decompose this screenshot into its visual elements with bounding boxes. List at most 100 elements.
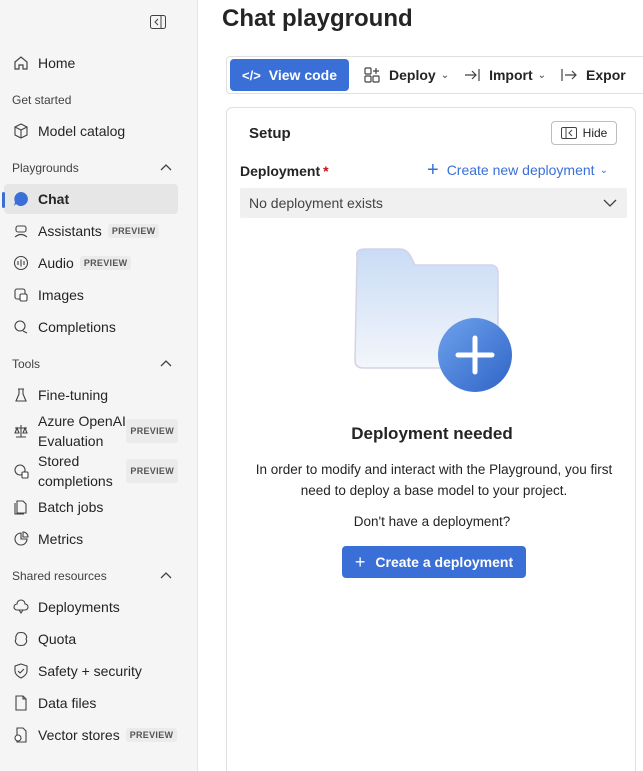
sidebar-item-label: Completions	[38, 319, 116, 335]
section-tools[interactable]: Tools	[12, 355, 172, 373]
preview-badge: PREVIEW	[79, 256, 132, 270]
label-line-2: Evaluation	[38, 433, 104, 449]
view-code-button[interactable]: </> View code	[230, 59, 350, 91]
completions-icon	[12, 318, 30, 336]
no-deployment-prompt: Don't have a deployment?	[353, 514, 511, 529]
assistant-icon	[12, 222, 30, 240]
chevron-down-icon: ⌄	[537, 69, 547, 81]
select-value: No deployment exists	[249, 195, 383, 211]
quota-icon	[12, 630, 30, 648]
document-icon	[12, 694, 30, 712]
required-mark: *	[323, 163, 329, 179]
create-new-deployment-link[interactable]: + Create new deployment ⌄	[427, 160, 608, 180]
hide-panel-icon	[560, 127, 577, 139]
setup-title: Setup	[249, 125, 291, 142]
export-button[interactable]: Expor	[560, 66, 626, 84]
batch-icon	[12, 498, 30, 516]
section-label: Get started	[12, 93, 72, 107]
scale-icon	[12, 422, 30, 440]
sidebar-item-vector-stores[interactable]: Vector stores PREVIEW	[4, 720, 178, 750]
sidebar-item-label: Azure OpenAI Evaluation	[38, 411, 126, 451]
deployment-label: Deployment *	[240, 163, 329, 179]
sidebar-item-label: Model catalog	[38, 123, 126, 139]
home-icon	[12, 54, 30, 72]
sidebar: Home Get started Model catalog Playgroun…	[0, 0, 198, 771]
folder-plus-illustration	[345, 245, 525, 395]
cube-icon	[12, 122, 30, 140]
sidebar-item-completions[interactable]: Completions	[4, 312, 178, 342]
link-label: Create new deployment	[446, 162, 595, 178]
sidebar-item-quota[interactable]: Quota	[4, 624, 178, 654]
sidebar-item-metrics[interactable]: Metrics	[4, 524, 178, 554]
chevron-down-icon: ⌄	[440, 69, 450, 81]
sidebar-item-aoai-evaluation[interactable]: Azure OpenAI Evaluation PREVIEW	[4, 411, 178, 451]
sidebar-item-label: Assistants	[38, 223, 102, 239]
chevron-up-icon[interactable]	[160, 358, 172, 370]
sidebar-item-label: Deployments	[38, 599, 120, 615]
sidebar-item-deployments[interactable]: Deployments	[4, 592, 178, 622]
hide-button[interactable]: Hide	[551, 121, 617, 145]
sidebar-item-batch-jobs[interactable]: Batch jobs	[4, 492, 178, 522]
deployment-needed-description: In order to modify and interact with the…	[255, 462, 613, 498]
plus-icon: +	[354, 551, 366, 572]
deploy-icon	[363, 66, 381, 84]
deployment-select[interactable]: No deployment exists	[240, 188, 627, 218]
chevron-down-icon: ⌄	[599, 164, 608, 176]
sidebar-item-label: Home	[38, 55, 76, 71]
sidebar-item-label: Stored completions	[38, 451, 113, 491]
sidebar-item-safety-security[interactable]: Safety + security	[4, 656, 178, 686]
button-label: Import	[489, 67, 533, 83]
sidebar-item-assistants[interactable]: Assistants PREVIEW	[4, 216, 178, 246]
preview-badge: PREVIEW	[126, 419, 178, 443]
section-get-started: Get started	[12, 91, 172, 109]
chevron-up-icon[interactable]	[160, 162, 172, 174]
section-label: Playgrounds	[12, 161, 79, 175]
sidebar-item-label: Metrics	[38, 531, 84, 547]
sidebar-item-data-files[interactable]: Data files	[4, 688, 178, 718]
code-icon: </>	[242, 67, 261, 83]
create-deployment-button[interactable]: + Create a deployment	[342, 546, 526, 578]
sidebar-item-fine-tuning[interactable]: Fine-tuning	[4, 380, 178, 410]
page-title: Chat playground	[222, 5, 413, 32]
chat-icon	[12, 190, 30, 208]
button-label: Deploy	[389, 67, 436, 83]
sidebar-item-chat[interactable]: Chat	[2, 184, 178, 214]
shield-icon	[12, 662, 30, 680]
export-icon	[560, 66, 578, 84]
button-label: Create a deployment	[375, 554, 514, 570]
sidebar-item-home[interactable]: Home	[4, 48, 178, 78]
sidebar-item-model-catalog[interactable]: Model catalog	[4, 116, 178, 146]
sidebar-item-label: Data files	[38, 695, 97, 711]
sidebar-item-stored-completions[interactable]: Stored completions PREVIEW	[4, 451, 178, 491]
cloud-icon	[12, 598, 30, 616]
audio-icon	[12, 254, 30, 272]
button-label: Expor	[586, 67, 626, 83]
label-text: Deployment	[240, 163, 321, 179]
sidebar-item-label: Images	[38, 287, 84, 303]
deployment-needed-title: Deployment needed	[351, 424, 513, 443]
sidebar-item-label: Quota	[38, 631, 77, 647]
sidebar-item-label: Fine-tuning	[38, 387, 109, 403]
button-label: View code	[268, 67, 338, 83]
deploy-button[interactable]: Deploy ⌄	[363, 66, 449, 84]
label-line-1: Azure OpenAI	[38, 413, 126, 429]
chevron-down-icon	[603, 196, 617, 210]
sidebar-item-label: Audio	[38, 255, 74, 271]
collapse-sidebar-icon[interactable]	[150, 15, 166, 29]
sidebar-item-label: Chat	[38, 191, 70, 207]
section-playgrounds[interactable]: Playgrounds	[12, 159, 172, 177]
flask-icon	[12, 386, 30, 404]
preview-badge: PREVIEW	[126, 459, 178, 483]
button-label: Hide	[582, 126, 608, 140]
metrics-icon	[12, 530, 30, 548]
sidebar-item-images[interactable]: Images	[4, 280, 178, 310]
main-content: Chat playground </> View code Deploy ⌄ I…	[198, 0, 643, 771]
sidebar-item-label: Safety + security	[38, 663, 142, 679]
sidebar-item-audio[interactable]: Audio PREVIEW	[4, 248, 178, 278]
import-button[interactable]: Import ⌄	[463, 66, 546, 84]
chevron-up-icon[interactable]	[160, 570, 172, 582]
section-shared-resources[interactable]: Shared resources	[12, 567, 172, 585]
vector-store-icon	[12, 726, 30, 744]
preview-badge: PREVIEW	[107, 224, 160, 238]
sidebar-item-label: Batch jobs	[38, 499, 104, 515]
